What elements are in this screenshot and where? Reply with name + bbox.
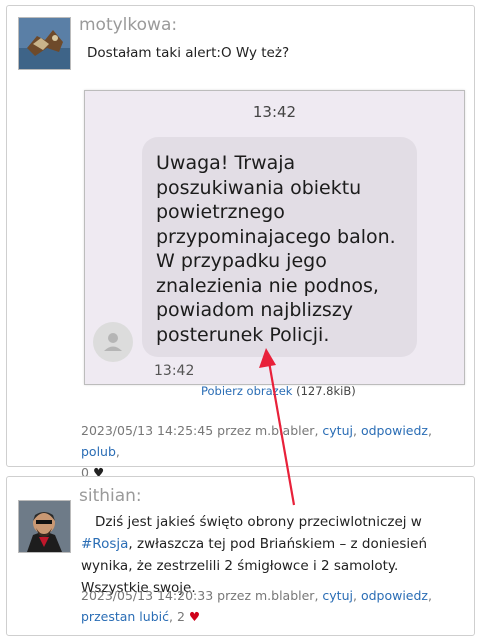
avatar[interactable] — [18, 500, 71, 553]
like-link[interactable]: polub — [81, 444, 116, 459]
post-text: Dostałam taki alert:O Wy też? — [87, 45, 290, 61]
post-meta: 2023/05/13 14:20:33 przez m.blabler, cyt… — [81, 588, 432, 624]
post-meta: 2023/05/13 14:25:45 przez m.blabler, cyt… — [81, 423, 432, 480]
reply-link[interactable]: odpowiedz — [361, 588, 428, 603]
heart-icon: ♥ — [188, 609, 201, 624]
file-size: (127.8kiB) — [296, 384, 356, 398]
sms-text: Uwaga! Trwaja poszukiwania obiektu powie… — [156, 152, 396, 346]
phone-time: 13:42 — [252, 103, 297, 121]
hashtag-link[interactable]: #Rosja — [81, 536, 128, 552]
cite-link[interactable]: cytuj — [322, 588, 353, 603]
timestamp: 2023/05/13 14:20:33 przez m.blabler, — [81, 588, 319, 603]
cite-link[interactable]: cytuj — [322, 423, 353, 438]
post-sithian: sithian: Dziś jest jakieś święto obrony … — [6, 476, 475, 636]
post-text-part: Dziś jest jakieś święto obrony przeciwlo… — [95, 514, 422, 530]
post-motylkowa: motylkowa: Dostałam taki alert:O Wy też?… — [6, 5, 475, 480]
avatar[interactable] — [18, 17, 71, 70]
like-count: 2 — [176, 609, 185, 624]
download-image-link[interactable]: Pobierz obrazek — [201, 384, 292, 398]
download-row: Pobierz obrazek (127.8kiB) — [201, 384, 356, 398]
unlike-link[interactable]: przestan lubić — [81, 609, 169, 624]
author-name[interactable]: motylkowa: — [79, 15, 177, 35]
attached-image[interactable]: 13:42 Uwaga! Trwaja poszukiwania obiektu… — [84, 90, 465, 385]
sms-bubble: Uwaga! Trwaja poszukiwania obiektu powie… — [142, 137, 417, 357]
person-icon — [93, 322, 133, 362]
author-name[interactable]: sithian: — [79, 486, 142, 506]
timestamp: 2023/05/13 14:25:45 przez m.blabler, — [81, 423, 319, 438]
sms-time: 13:42 — [154, 363, 195, 379]
reply-link[interactable]: odpowiedz — [361, 423, 428, 438]
